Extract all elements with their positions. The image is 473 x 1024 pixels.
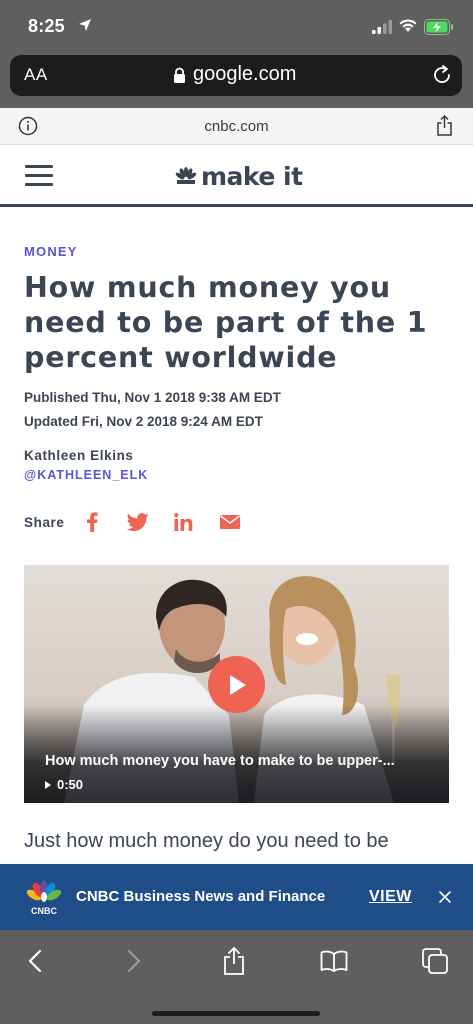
forward-icon	[127, 949, 141, 973]
cnbc-peacock-logo: CNBC	[26, 880, 62, 916]
browser-toolbar	[0, 930, 473, 1024]
banner-logo-text: CNBC	[31, 906, 57, 916]
tabs-icon	[422, 948, 448, 974]
share-label: Share	[24, 514, 65, 530]
article-body: Just how much money do you need to be	[24, 830, 389, 852]
location-arrow-icon	[79, 19, 91, 31]
share-button[interactable]	[217, 944, 251, 978]
video-duration-text: 0:50	[57, 777, 84, 792]
author-handle[interactable]: @KATHLEEN_ELK	[24, 468, 148, 482]
browser-top-chrome: 8:25 AA google.com	[0, 0, 473, 108]
forward-button[interactable]	[117, 944, 151, 978]
menu-icon[interactable]	[25, 165, 53, 187]
banner-title: CNBC Business News and Finance	[76, 888, 326, 905]
email-icon[interactable]	[219, 512, 241, 532]
bookmarks-icon	[320, 950, 348, 972]
play-small-icon	[45, 780, 51, 789]
updated-date: Updated Fri, Nov 2 2018 9:24 AM EDT	[24, 414, 263, 429]
twitter-icon[interactable]	[126, 512, 149, 532]
linkedin-icon[interactable]	[173, 512, 195, 532]
logo-text: make it	[201, 161, 303, 191]
battery-charging-icon	[424, 19, 453, 35]
article-headline: How much money you need to be part of th…	[24, 271, 428, 374]
video-duration: 0:50	[45, 777, 83, 792]
text-size-button[interactable]: AA	[24, 65, 48, 85]
signal-icon	[372, 20, 392, 34]
back-icon	[28, 949, 42, 973]
peacock-icon	[175, 167, 197, 184]
reload-icon[interactable]	[431, 64, 453, 86]
share-icon	[224, 947, 244, 975]
status-time: 8:25	[28, 16, 65, 36]
app-banner[interactable]: CNBC CNBC Business News and Finance VIEW	[0, 864, 473, 930]
back-button[interactable]	[18, 944, 52, 978]
video-player[interactable]: How much money you have to make to be up…	[24, 565, 449, 803]
home-indicator	[152, 1011, 320, 1016]
play-button[interactable]	[208, 656, 265, 713]
facebook-icon[interactable]	[81, 512, 103, 532]
amp-domain: cnbc.com	[204, 118, 269, 135]
amp-bar: cnbc.com	[0, 108, 473, 145]
make-it-logo[interactable]: make it	[175, 161, 303, 191]
site-header: make it	[0, 145, 473, 207]
share-icon[interactable]	[436, 115, 453, 136]
lock-icon	[174, 67, 185, 83]
url-text[interactable]: google.com	[193, 63, 296, 86]
wifi-icon	[399, 19, 417, 32]
close-icon[interactable]	[438, 890, 452, 904]
section-label[interactable]: MONEY	[24, 244, 78, 259]
banner-view-button[interactable]: VIEW	[369, 888, 412, 906]
share-row: Share	[24, 510, 265, 534]
bookmarks-button[interactable]	[317, 944, 351, 978]
play-icon	[229, 674, 246, 695]
address-bar[interactable]: AA google.com	[10, 55, 462, 96]
published-date: Published Thu, Nov 1 2018 9:38 AM EDT	[24, 390, 281, 405]
video-title: How much money you have to make to be up…	[45, 753, 395, 769]
tabs-button[interactable]	[418, 944, 452, 978]
author-name[interactable]: Kathleen Elkins	[24, 448, 134, 463]
